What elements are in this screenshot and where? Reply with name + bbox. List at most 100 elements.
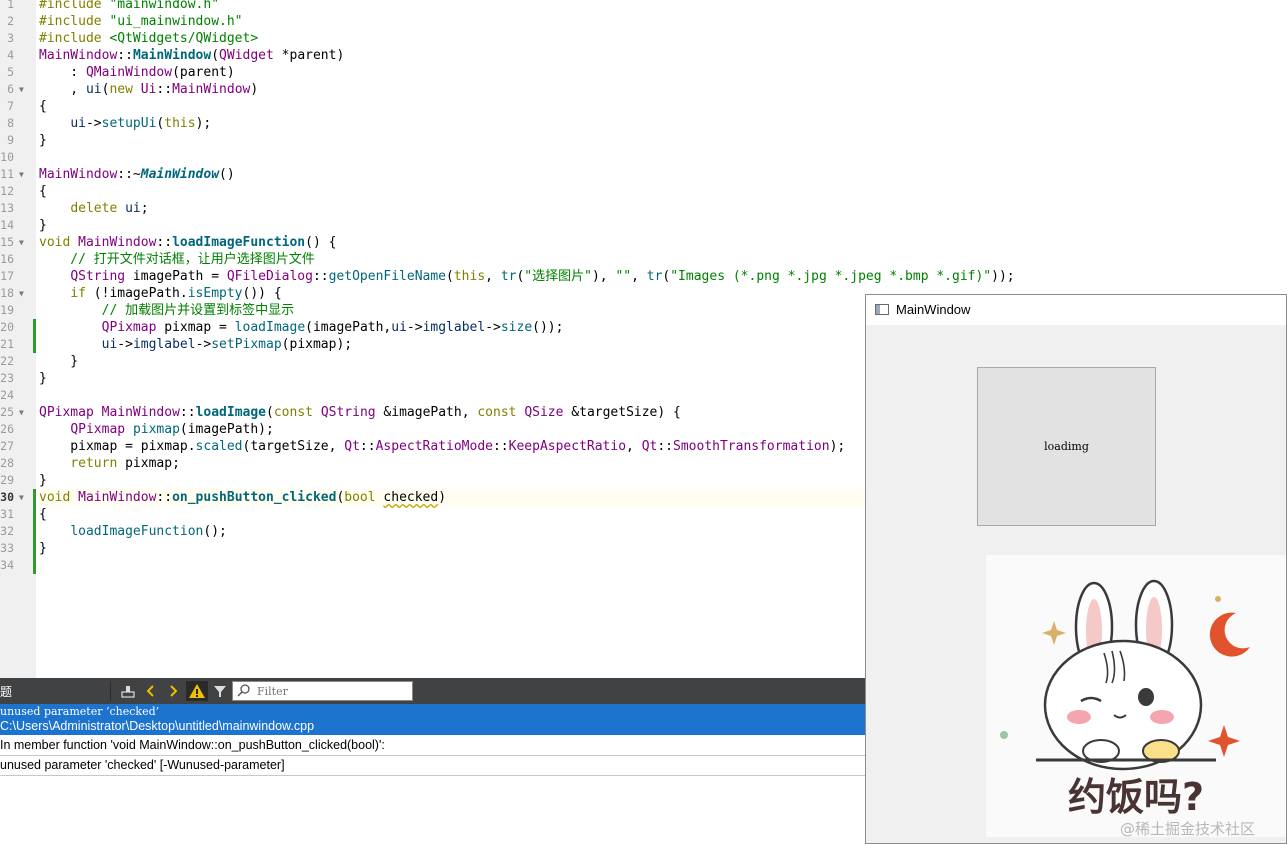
line-number-row: 11 ▼ <box>0 166 36 183</box>
warning-icon[interactable] <box>186 681 208 701</box>
code-line[interactable]: QPixmap pixmap = loadImage(imagePath,ui-… <box>39 319 564 336</box>
code-token: loadImage <box>234 320 306 335</box>
issue-row[interactable]: unused parameter 'checked' [-Wunused-par… <box>0 756 866 776</box>
line-number-row: 3 <box>0 30 36 47</box>
code-line[interactable]: #include "mainwindow.h" <box>39 0 219 13</box>
code-line[interactable]: return pixmap; <box>39 455 180 472</box>
fold-arrow-icon[interactable]: ▼ <box>19 166 24 183</box>
line-number: 11 <box>0 167 14 181</box>
code-line[interactable]: QPixmap pixmap(imagePath); <box>39 421 274 438</box>
code-token: pixmap <box>132 422 180 437</box>
code-token: tr <box>500 269 517 284</box>
line-number-row: 24 <box>0 387 36 404</box>
window-titlebar[interactable]: MainWindow <box>866 295 1286 325</box>
line-number-row: 25 ▼ <box>0 404 36 421</box>
modified-line-marker <box>33 540 36 557</box>
code-line[interactable]: void MainWindow::loadImageFunction() { <box>39 234 336 251</box>
code-token: () <box>219 167 235 182</box>
code-token: setPixmap <box>211 337 282 352</box>
code-token: { <box>39 507 47 522</box>
code-line[interactable]: : QMainWindow(parent) <box>39 64 234 81</box>
code-line[interactable]: { <box>39 506 47 523</box>
code-line[interactable]: #include <QtWidgets/QWidget> <box>39 30 258 47</box>
issue-row[interactable]: In member function 'void MainWindow::on_… <box>0 736 866 756</box>
code-line[interactable]: // 打开文件对话框，让用户选择图片文件 <box>39 251 315 268</box>
line-number: 12 <box>0 184 14 198</box>
code-line[interactable]: MainWindow::~MainWindow() <box>39 166 235 183</box>
line-number-row: 14 <box>0 217 36 234</box>
code-line[interactable]: loadImageFunction(); <box>39 523 227 540</box>
code-token: pixmap = <box>156 320 235 335</box>
sticker-caption: 约饭吗? <box>1068 775 1204 819</box>
code-token: :: <box>657 439 674 454</box>
code-token: loadImage <box>195 405 267 420</box>
code-token: const <box>477 405 517 420</box>
code-token: ) <box>250 82 259 97</box>
code-token: QPixmap <box>101 320 157 335</box>
prev-arrow-icon[interactable] <box>143 681 159 701</box>
code-line[interactable]: } <box>39 132 47 149</box>
code-token: // 加载图片并设置到标签中显示 <box>39 303 295 318</box>
line-number-row: 2 <box>0 13 36 30</box>
code-token: ( <box>211 48 220 63</box>
code-token: , <box>631 269 647 284</box>
filter-input[interactable] <box>257 683 407 699</box>
code-token: #include <box>39 14 102 29</box>
code-line[interactable]: ui->imglabel->setPixmap(pixmap); <box>39 336 353 353</box>
code-line[interactable]: } <box>39 353 78 370</box>
modified-line-marker <box>33 523 36 540</box>
clean-icon[interactable] <box>120 681 136 701</box>
line-number-row: 27 <box>0 438 36 455</box>
code-line[interactable]: QString imagePath = QFileDialog::getOpen… <box>39 268 1014 285</box>
fold-arrow-icon[interactable]: ▼ <box>19 285 24 302</box>
code-token: (imagePath); <box>179 422 274 437</box>
line-number-row: 9 <box>0 132 36 149</box>
code-token: <QtWidgets/QWidget> <box>109 31 259 46</box>
line-number-row: 20 <box>0 319 36 336</box>
code-line[interactable]: } <box>39 217 47 234</box>
line-number: 1 <box>7 0 14 11</box>
filter-icon[interactable] <box>212 681 228 701</box>
code-line[interactable]: delete ui; <box>39 200 148 217</box>
selected-issue-row[interactable]: unused parameter ‘checked’ C:\Users\Admi… <box>0 704 866 735</box>
line-number: 7 <box>7 99 14 113</box>
code-token: imglabel <box>132 337 196 352</box>
fold-arrow-icon[interactable]: ▼ <box>19 404 24 421</box>
code-line[interactable]: // 加载图片并设置到标签中显示 <box>39 302 294 319</box>
line-number: 18 <box>0 286 14 300</box>
main-window[interactable]: MainWindow loadimg 约饭吗? <box>865 294 1287 844</box>
code-line[interactable]: } <box>39 370 47 387</box>
fold-arrow-icon[interactable]: ▼ <box>19 234 24 251</box>
code-line[interactable]: QPixmap MainWindow::loadImage(const QStr… <box>39 404 681 421</box>
line-number: 15 <box>0 235 14 249</box>
code-line[interactable]: ui->setupUi(this); <box>39 115 211 132</box>
line-number: 34 <box>0 558 14 572</box>
filter-field[interactable] <box>232 681 413 701</box>
fold-arrow-icon[interactable]: ▼ <box>19 489 24 506</box>
code-line[interactable]: { <box>39 98 47 115</box>
modified-line-marker <box>33 506 36 523</box>
code-token: scaled <box>195 439 243 454</box>
issues-list[interactable]: unused parameter ‘checked’ C:\Users\Admi… <box>0 704 866 844</box>
code-line[interactable]: } <box>39 540 47 557</box>
fold-arrow-icon[interactable]: ▼ <box>19 81 24 98</box>
code-token: ( <box>266 405 274 420</box>
code-line[interactable]: if (!imagePath.isEmpty()) { <box>39 285 281 302</box>
line-number: 22 <box>0 354 14 368</box>
code-line[interactable]: } <box>39 472 47 489</box>
code-line[interactable]: { <box>39 183 47 200</box>
code-line[interactable]: pixmap = pixmap.scaled(targetSize, Qt::A… <box>39 438 845 455</box>
next-arrow-icon[interactable] <box>165 681 181 701</box>
line-number: 30 <box>0 490 14 504</box>
code-token: AspectRatioMode <box>375 439 493 454</box>
line-number: 8 <box>7 116 14 130</box>
code-token: void <box>39 235 71 250</box>
code-line[interactable]: , ui(new Ui::MainWindow) <box>39 81 258 98</box>
code-token: QString <box>320 405 376 420</box>
code-line[interactable]: MainWindow::MainWindow(QWidget *parent) <box>39 47 344 64</box>
modified-line-marker <box>33 557 36 574</box>
code-line[interactable]: #include "ui_mainwindow.h" <box>39 13 243 30</box>
code-token: { <box>39 184 47 199</box>
